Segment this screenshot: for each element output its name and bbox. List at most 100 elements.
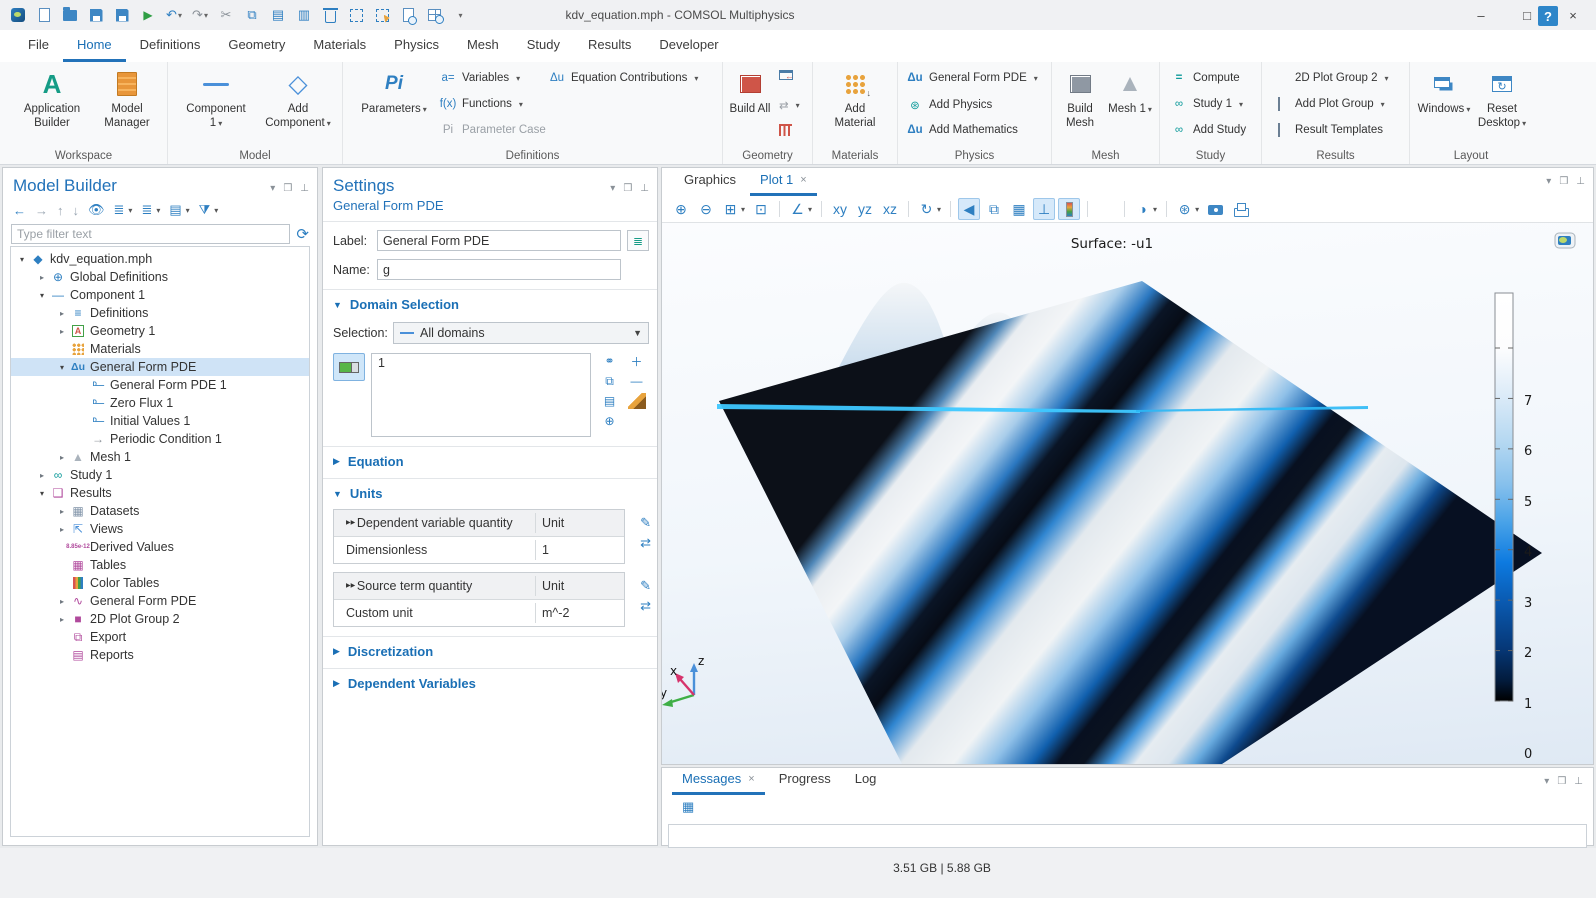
axis-orientation-button[interactable]: ⊥ [1033, 198, 1055, 220]
tree-item-materials[interactable]: Materials [11, 340, 309, 358]
redo-icon[interactable]: ↷▾ [190, 5, 210, 25]
create-selection-icon[interactable]: ⚭ [601, 353, 619, 369]
application-builder-button[interactable]: A Application Builder [14, 68, 90, 131]
paste-icon[interactable]: ▤ [268, 5, 288, 25]
float-panel-icon[interactable]: ❒ [623, 183, 632, 194]
expand-arrow-icon[interactable]: ▸ [55, 597, 69, 606]
parameter-case-button[interactable]: Pi Parameter Case [439, 124, 546, 136]
pin-panel-icon[interactable]: ⊥ [1574, 776, 1583, 787]
menu-tab-physics[interactable]: Physics [380, 30, 453, 62]
color-legend-button[interactable] [1058, 198, 1080, 220]
pin-panel-icon[interactable]: ⊥ [1576, 176, 1585, 187]
rotate-button[interactable]: ↻▾ [916, 198, 943, 220]
change-unit-icon[interactable]: ⇄ [640, 598, 651, 614]
add-plot-group-button[interactable]: Add Plot Group▾ [1272, 98, 1385, 110]
graphics-tab-plot-1[interactable]: Plot 1× [750, 168, 817, 196]
default-view-button[interactable]: ∠▾ [787, 198, 814, 220]
tree-item-component-1[interactable]: ▾—Component 1 [11, 286, 309, 304]
model-manager-button[interactable]: Model Manager [96, 68, 158, 131]
save-as-icon[interactable] [112, 5, 132, 25]
float-panel-icon[interactable]: ❒ [1559, 176, 1568, 187]
move-up-icon[interactable]: ↑ [57, 203, 64, 218]
compute-button[interactable]: = Compute [1170, 72, 1240, 84]
menu-tab-study[interactable]: Study [513, 30, 574, 62]
tree-item-results[interactable]: ▾❑Results [11, 484, 309, 502]
close-tab-icon[interactable]: × [800, 174, 806, 186]
refresh-icon[interactable]: ⟳ [296, 225, 309, 243]
comsol-logo-icon[interactable] [8, 5, 28, 25]
edit-quantity-icon[interactable]: ✎ [640, 515, 651, 531]
section-domain-selection[interactable]: ▼ Domain Selection [323, 289, 657, 312]
transparency-button[interactable]: ⧉ [983, 198, 1005, 220]
tree-item-general-form-pde[interactable]: ▾ΔuGeneral Form PDE [11, 358, 309, 376]
mesh-1-button[interactable]: ▲ Mesh 1▾ [1108, 68, 1152, 117]
copy-selection-icon[interactable]: ⧉ [601, 373, 619, 389]
build-mesh-button[interactable]: Build Mesh [1058, 68, 1102, 131]
panel-menu-icon[interactable]: ▾ [1546, 176, 1551, 187]
expand-icon[interactable]: ≣ [141, 202, 152, 218]
zoom-box-button[interactable]: ⊞▾ [720, 198, 747, 220]
tree-item-general-form-pde[interactable]: ▸∿General Form PDE [11, 592, 309, 610]
collapse-arrow-icon[interactable]: ▾ [15, 255, 29, 264]
physics-interface-button[interactable]: Δu General Form PDE▾ [906, 72, 1038, 84]
expand-arrow-icon[interactable]: ▸ [35, 273, 49, 282]
grid-button[interactable]: ▦ [1008, 198, 1030, 220]
table-cell[interactable]: Custom unit [340, 603, 536, 623]
plot-group-button[interactable]: 2D Plot Group 2▾ [1272, 72, 1388, 84]
expand-arrow-icon[interactable]: ▸ [55, 309, 69, 318]
tree-filter-input[interactable] [11, 224, 290, 244]
copy-icon[interactable]: ⧉ [242, 5, 262, 25]
section-units[interactable]: ▼ Units [323, 478, 657, 501]
show-icon[interactable]: 👁 [88, 202, 105, 218]
customize-toolbar-icon[interactable]: ▾ [450, 5, 470, 25]
collapse-arrow-icon[interactable]: ▾ [55, 363, 69, 372]
menu-tab-materials[interactable]: Materials [299, 30, 380, 62]
tree-item-derived-values[interactable]: 8.85e-12Derived Values [11, 538, 309, 556]
menu-tab-developer[interactable]: Developer [645, 30, 732, 62]
variables-button[interactable]: a= Variables▾ [439, 72, 520, 84]
messages-tab-messages[interactable]: Messages× [672, 767, 765, 795]
image-snapshot-button[interactable] [1204, 198, 1226, 220]
windows-button[interactable]: Windows▾ [1416, 68, 1472, 117]
expand-arrow-icon[interactable]: ▸ [35, 471, 49, 480]
save-icon[interactable] [86, 5, 106, 25]
import-geometry-button[interactable] [779, 70, 793, 80]
expand-arrow-icon[interactable]: ▸ [55, 453, 69, 462]
menu-tab-results[interactable]: Results [574, 30, 645, 62]
menu-tab-mesh[interactable]: Mesh [453, 30, 513, 62]
run-icon[interactable]: ▶ [138, 5, 158, 25]
add-to-selection-icon[interactable]: ＋ [628, 353, 646, 369]
help-button[interactable]: ? [1538, 6, 1558, 26]
rename-note-icon[interactable]: ≣ [627, 230, 649, 251]
tree-item-color-tables[interactable]: Color Tables [11, 574, 309, 592]
menu-tab-definitions[interactable]: Definitions [126, 30, 215, 62]
expand-arrow-icon[interactable]: ▸ [55, 615, 69, 624]
float-panel-icon[interactable]: ❒ [1557, 776, 1566, 787]
add-study-button[interactable]: ∞ Add Study [1170, 124, 1246, 136]
name-field[interactable] [377, 259, 621, 280]
rebuild-button[interactable]: ⇄▾ [779, 98, 800, 112]
table-cell[interactable]: Dimensionless [340, 540, 536, 560]
messages-output[interactable] [668, 824, 1587, 848]
view-lock-button[interactable] [1095, 198, 1117, 220]
functions-button[interactable]: f(x) Functions▾ [439, 98, 523, 110]
open-file-icon[interactable] [60, 5, 80, 25]
equation-contributions-button[interactable]: Δu Equation Contributions▾ [548, 72, 698, 84]
duplicate-icon[interactable]: ▥ [294, 5, 314, 25]
tree-item-geometry-1[interactable]: ▸AGeometry 1 [11, 322, 309, 340]
add-mathematics-button[interactable]: Δu Add Mathematics [906, 124, 1018, 136]
forward-icon[interactable]: → [35, 203, 48, 218]
tree-item-general-form-pde-1[interactable]: ᴰ—General Form PDE 1 [11, 376, 309, 394]
graphics-tab-graphics[interactable]: Graphics [674, 168, 746, 196]
print-button[interactable] [1229, 198, 1251, 220]
reset-desktop-button[interactable]: ↻ Reset Desktop▾ [1474, 68, 1530, 131]
open-messages-table-icon[interactable]: ▦ [682, 799, 694, 815]
update-button[interactable]: ⊛▾ [1174, 198, 1201, 220]
menu-tab-home[interactable]: Home [63, 30, 126, 62]
float-panel-icon[interactable]: ❒ [283, 183, 292, 194]
expand-arrow-icon[interactable]: ▸ [55, 507, 69, 516]
build-all-button[interactable]: Build All [727, 68, 773, 117]
component-1-button[interactable]: Component 1▾ [180, 68, 252, 131]
tree-item-definitions[interactable]: ▸≡Definitions [11, 304, 309, 322]
result-templates-button[interactable]: Result Templates [1272, 124, 1383, 136]
